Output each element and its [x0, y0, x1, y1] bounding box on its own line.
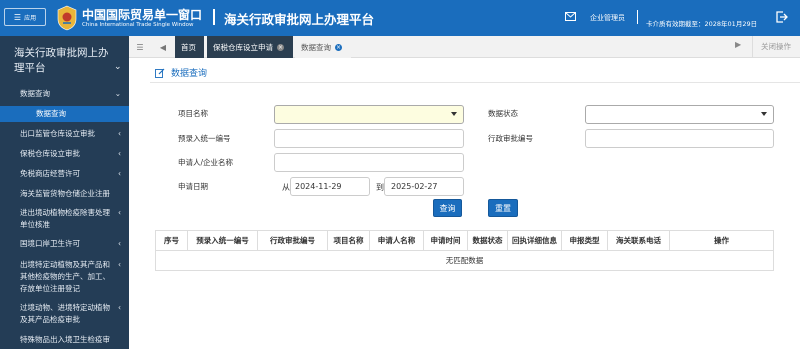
chevron-down-icon: ⌄: [114, 89, 121, 98]
date-to-label: 到: [376, 183, 384, 192]
applicant-label: 申请人/企业名称: [178, 158, 234, 167]
top-header: ☰ 应用 中国国际贸易单一窗口 China International Trad…: [0, 0, 800, 36]
menu-toggle-icon[interactable]: ☰: [134, 40, 146, 54]
brand-name-en: China International Trade Single Window: [82, 22, 194, 28]
app-menu-button[interactable]: ☰ 应用: [4, 8, 46, 26]
forward-icon[interactable]: ▶: [735, 40, 741, 49]
column-header[interactable]: 申请时间: [424, 231, 468, 250]
edit-icon: [155, 68, 165, 78]
sidebar-item-special-goods[interactable]: 特殊物品出入境卫生检疫审: [0, 334, 129, 346]
brand-name-cn: 中国国际贸易单一窗口: [82, 8, 203, 22]
date-to-input[interactable]: 2025-02-27: [384, 177, 464, 196]
data-status-select[interactable]: [585, 105, 774, 124]
column-header[interactable]: 行政审批编号: [258, 231, 328, 250]
close-operations-menu[interactable]: 关闭操作: [752, 36, 800, 58]
user-name[interactable]: 企业管理员: [590, 13, 625, 23]
sidebar-item-duty-free-shop[interactable]: 免税商店经营许可 ‹: [0, 168, 129, 180]
approval-no-input[interactable]: [585, 129, 774, 148]
tab-bonded-warehouse-apply[interactable]: 保税仓库设立申请 ×: [207, 36, 293, 58]
section-divider: [150, 82, 800, 83]
header-divider: [213, 9, 215, 25]
sidebar-item-data-query-group[interactable]: 数据查询 ⌄: [0, 88, 129, 100]
chevron-down-icon[interactable]: ⌄: [114, 62, 122, 72]
sidebar: 海关行政审批网上办理平台 ⌄ 数据查询 ⌄ 数据查询 出口监管仓库设立审批 ‹ …: [0, 36, 129, 349]
project-name-select[interactable]: [274, 105, 464, 124]
card-expiry-text: 卡介质有效期截至：2028年01月29日: [646, 20, 758, 28]
column-header[interactable]: 操作: [670, 231, 773, 250]
section-header: 数据查询: [155, 66, 207, 79]
close-tab-icon[interactable]: ×: [335, 43, 342, 51]
chevron-left-icon: ‹: [118, 129, 121, 138]
table-empty-message: 无匹配数据: [445, 256, 484, 265]
approval-no-label: 行政审批编号: [488, 134, 533, 143]
customs-emblem-icon: [57, 5, 77, 31]
applicant-input[interactable]: [274, 153, 464, 172]
chevron-left-icon: ‹: [118, 303, 121, 312]
chevron-left-icon: ‹: [118, 149, 121, 158]
tab-bar: ☰ ◀ 首页 保税仓库设立申请 × 数据查询 × ▶ 关闭操作: [129, 36, 800, 58]
sidebar-item-warehouse-registration[interactable]: 海关监管货物仓储企业注册: [0, 188, 129, 200]
column-header[interactable]: 申报类型: [562, 231, 608, 250]
column-header[interactable]: 项目名称: [328, 231, 370, 250]
sidebar-item-quarantine-treatment[interactable]: 进出境动植物检疫除害处理单位核准 ‹: [0, 207, 129, 231]
data-status-label: 数据状态: [488, 109, 518, 118]
tab-data-query[interactable]: 数据查询 ×: [295, 36, 351, 58]
project-name-label: 项目名称: [178, 109, 208, 118]
chevron-left-icon: ‹: [118, 169, 121, 178]
column-header[interactable]: 海关联系电话: [608, 231, 670, 250]
close-tab-icon[interactable]: ×: [277, 43, 284, 51]
platform-title: 海关行政审批网上办理平台: [224, 12, 375, 27]
chevron-left-icon: ‹: [118, 239, 121, 248]
sidebar-item-port-health-permit[interactable]: 国境口岸卫生许可 ‹: [0, 238, 129, 250]
date-from-input[interactable]: 2024-11-29: [290, 177, 370, 196]
reset-button[interactable]: 重置: [488, 199, 518, 217]
pre-entry-no-input[interactable]: [274, 129, 464, 148]
sidebar-item-export-warehouse[interactable]: 出口监管仓库设立审批 ‹: [0, 128, 129, 140]
sidebar-item-bonded-warehouse[interactable]: 保税仓库设立审批 ‹: [0, 148, 129, 160]
pre-entry-no-label: 预录入统一编号: [178, 134, 231, 143]
apply-date-label: 申请日期: [178, 182, 208, 191]
sidebar-item-data-query[interactable]: 数据查询: [0, 106, 129, 122]
results-table: 序号 预录入统一编号 行政审批编号 项目名称 申请人名称 申请时间 数据状态 回…: [155, 230, 774, 271]
date-from-label: 从: [282, 183, 290, 192]
column-header[interactable]: 申请人名称: [370, 231, 424, 250]
header-divider-2: [637, 10, 638, 24]
backward-icon[interactable]: ◀: [157, 40, 169, 54]
query-button[interactable]: 查询: [433, 199, 462, 217]
chevron-left-icon: ‹: [118, 208, 121, 217]
table-header: 序号 预录入统一编号 行政审批编号 项目名称 申请人名称 申请时间 数据状态 回…: [156, 231, 773, 251]
chevron-left-icon: ‹: [118, 260, 121, 269]
sidebar-item-transit-animal-approval[interactable]: 过境动物、进境特定动植物及其产品检疫审批 ‹: [0, 302, 129, 326]
dropdown-caret-icon: [451, 112, 457, 116]
dropdown-caret-icon: [761, 112, 767, 116]
sidebar-title: 海关行政审批网上办理平台: [14, 47, 109, 74]
tab-home[interactable]: 首页: [175, 36, 204, 58]
menu-icon: ☰: [13, 12, 22, 22]
column-header[interactable]: 预录入统一编号: [188, 231, 258, 250]
column-header[interactable]: 数据状态: [468, 231, 508, 250]
sidebar-item-export-plant-registration[interactable]: 出境特定动植物及其产品和其他检疫物的生产、加工、存放单位注册登记 ‹: [0, 259, 129, 295]
column-header[interactable]: 序号: [156, 231, 188, 250]
mail-icon[interactable]: [565, 12, 576, 21]
logout-icon[interactable]: [776, 11, 788, 23]
column-header[interactable]: 回执详细信息: [508, 231, 562, 250]
